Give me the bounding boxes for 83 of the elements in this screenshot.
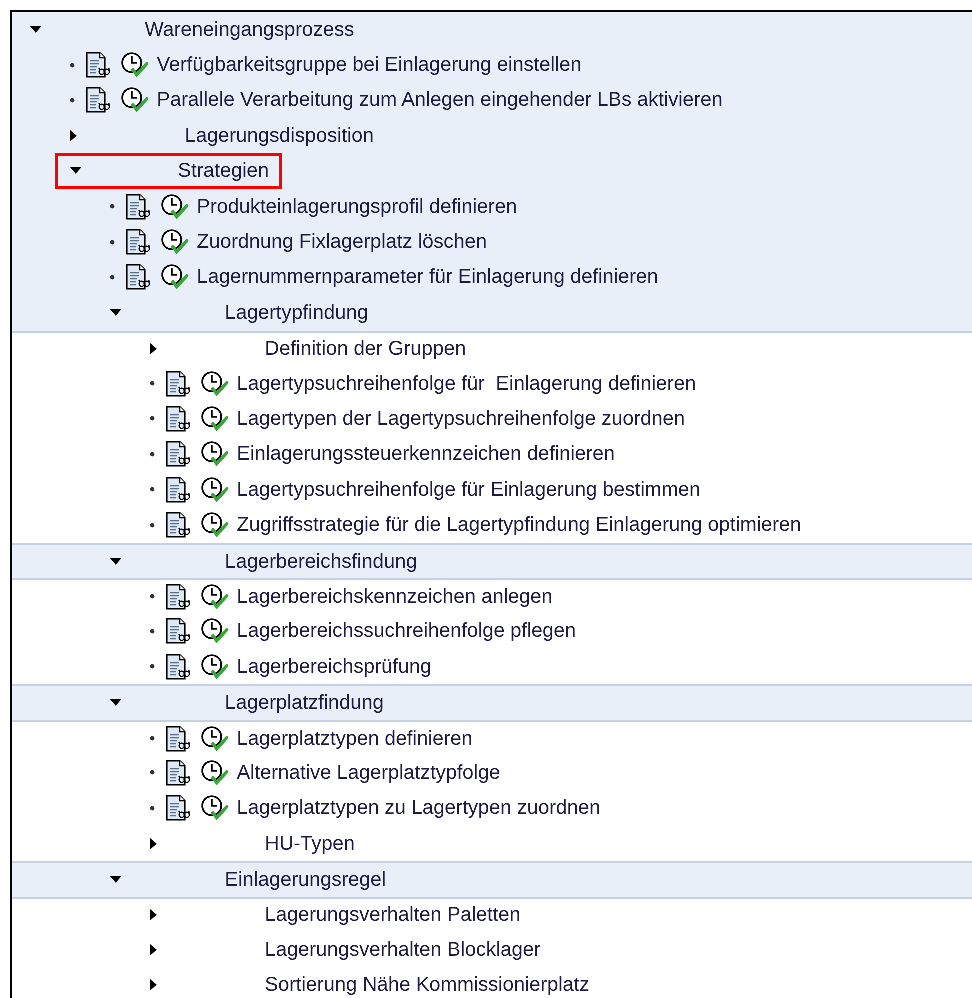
expand-arrow-icon[interactable] <box>150 909 158 922</box>
tree-node-label[interactable]: Einlagerungssteuerkennzeichen definieren <box>237 439 616 470</box>
collapse-arrow-icon[interactable] <box>70 167 82 176</box>
bullet-icon <box>150 594 155 600</box>
tree-node-label[interactable]: Strategien <box>178 156 270 186</box>
collapse-arrow-icon[interactable] <box>110 558 122 566</box>
tree-node-label[interactable]: HU-Typen <box>265 828 356 859</box>
bullet-icon <box>150 736 155 741</box>
clock-check-icon <box>201 370 229 397</box>
clock-check-icon <box>201 795 229 822</box>
tree-node-label[interactable]: Lagerbereichsprüfung <box>237 652 432 682</box>
document-icon <box>165 795 191 822</box>
tree-node-label[interactable]: Einlagerungsregel <box>225 865 386 896</box>
document-icon <box>165 476 191 503</box>
clock-check-icon <box>201 618 229 644</box>
expand-arrow-icon[interactable] <box>70 130 78 142</box>
expand-arrow-icon[interactable] <box>150 944 158 956</box>
clock-check-icon <box>201 726 229 752</box>
bullet-icon <box>150 770 155 776</box>
bullet-icon <box>110 204 115 210</box>
document-icon <box>165 512 191 538</box>
document-icon <box>165 441 191 468</box>
document-icon <box>125 264 151 290</box>
clock-check-icon <box>161 264 189 290</box>
bullet-icon <box>150 664 155 670</box>
tree-node-label[interactable]: Lagerungsverhalten Blocklager <box>265 934 541 965</box>
clock-check-icon <box>161 194 189 220</box>
document-icon <box>165 726 191 752</box>
bullet-icon <box>150 416 155 422</box>
document-icon <box>165 618 191 644</box>
tree-node-label[interactable]: Sortierung Nähe Kommissionierplatz <box>265 970 590 998</box>
bullet-icon <box>70 62 75 68</box>
bullet-icon <box>150 522 155 528</box>
expand-arrow-icon[interactable] <box>150 838 158 850</box>
tree-node-label[interactable]: Lagerungsdisposition <box>185 120 374 151</box>
collapse-arrow-icon[interactable] <box>110 876 122 884</box>
bullet-icon <box>150 381 155 386</box>
clock-check-icon <box>201 584 229 610</box>
tree-node-label[interactable]: Lagerungsverhalten Paletten <box>265 900 521 930</box>
tree-node-label[interactable]: Definition der Gruppen <box>265 334 466 364</box>
clock-check-icon <box>201 654 229 680</box>
expand-arrow-icon[interactable] <box>150 979 158 992</box>
clock-check-icon <box>201 441 229 468</box>
tree-node-label[interactable]: Lagerplatztypen zu Lagertypen zuordnen <box>237 793 601 824</box>
expand-arrow-icon[interactable] <box>150 343 158 356</box>
collapse-arrow-icon[interactable] <box>110 699 122 708</box>
document-icon <box>165 584 191 610</box>
document-icon <box>125 229 151 256</box>
tree-node-label[interactable]: Lagerplatztypen definieren <box>237 724 473 754</box>
document-icon <box>165 654 191 680</box>
document-icon <box>165 406 191 432</box>
bullet-icon <box>70 98 75 103</box>
collapse-arrow-icon[interactable] <box>110 308 122 317</box>
clock-check-icon <box>201 760 229 786</box>
clock-check-icon <box>161 229 189 256</box>
document-icon <box>165 370 191 397</box>
tree-node-label[interactable]: Lagertypsuchreihenfolge für Einlagerung definieren <box>237 368 696 399</box>
tree-node-label[interactable]: Lagerbereichsfindung <box>225 546 418 577</box>
tree-node-label[interactable]: Alternative Lagerplatztypfolge <box>237 758 500 788</box>
document-icon <box>85 52 111 78</box>
document-icon <box>165 760 191 786</box>
tree-node-label[interactable]: Lagertypen der Lagertypsuchreihenfolge zuordnen <box>237 404 686 434</box>
tree-node-label[interactable]: Lagertypsuchreihenfolge für Einlagerung bestimmen <box>237 474 701 505</box>
bullet-icon <box>150 452 155 457</box>
clock-check-icon <box>201 476 229 503</box>
bullet-icon <box>110 240 115 245</box>
collapse-arrow-icon[interactable] <box>30 26 42 34</box>
tree-node-label[interactable]: Lagertypfindung <box>225 298 368 328</box>
clock-check-icon <box>121 87 149 114</box>
clock-check-icon <box>201 512 229 538</box>
tree-node-label[interactable]: Zugriffsstrategie für die Lagertypfindung Einlagerung optimieren <box>237 510 802 540</box>
clock-check-icon <box>201 406 229 432</box>
tree-node-label[interactable]: Lagerbereichskennzeichen anlegen <box>237 582 553 612</box>
tree-node-label[interactable]: Lagerbereichssuchreihenfolge pflegen <box>237 616 576 646</box>
document-icon <box>85 87 111 114</box>
bullet-icon <box>150 487 155 492</box>
tree-node-label[interactable]: Lagerplatzfindung <box>225 688 384 718</box>
bullet-icon <box>150 806 155 811</box>
bullet-icon <box>150 628 155 634</box>
tree-node-label[interactable]: Wareneingangsprozess <box>145 14 354 45</box>
clock-check-icon <box>121 52 149 78</box>
document-icon <box>125 194 151 220</box>
bullet-icon <box>110 274 115 280</box>
